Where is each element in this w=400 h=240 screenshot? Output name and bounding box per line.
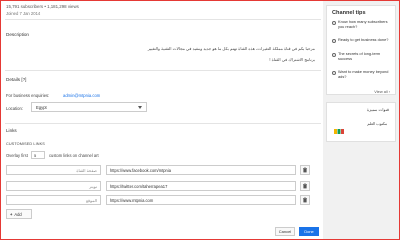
link-title-input[interactable]: صفحة القناة — [6, 165, 101, 175]
add-link-button[interactable]: + Add — [6, 209, 32, 219]
channel-tips-card: Channel tips Know how many subscribers y… — [326, 5, 396, 95]
sidebar: Channel tips Know how many subscribers y… — [323, 1, 399, 239]
channel-stats: 15,791 subscribers • 1,181,298 views — [6, 4, 79, 9]
channel-about-editor: 15,791 subscribers • 1,181,298 views Joi… — [1, 1, 321, 239]
tip-item[interactable]: Want to make money beyond ads? — [332, 69, 394, 79]
cancel-button[interactable]: Cancel — [275, 227, 295, 236]
delete-link-button[interactable] — [300, 165, 310, 175]
featured-channel-name[interactable]: مكتوب العلم — [367, 121, 387, 126]
add-link-label: Add — [14, 212, 22, 217]
trash-icon — [303, 167, 307, 173]
link-title-input[interactable]: تويتر — [6, 181, 101, 191]
tip-label: Know how many subscribers you reach? — [338, 19, 388, 29]
channel-tips-title: Channel tips — [332, 10, 366, 16]
location-label: Location: — [6, 106, 23, 111]
radio-icon — [332, 53, 336, 57]
view-all-link[interactable]: View all › — [374, 89, 390, 94]
featured-channels-card: قنوات مميزة مكتوب العلم — [326, 102, 396, 142]
description-text-line1[interactable]: مرحبا بكم في قناة مملكة التغيرات، هذه ال… — [15, 46, 315, 51]
chevron-down-icon — [138, 106, 142, 109]
description-text-line2[interactable]: برنامج الاشتراك في القناة ! — [15, 57, 315, 62]
divider — [5, 19, 321, 20]
tip-label: Want to make money beyond ads? — [338, 69, 389, 79]
divider — [5, 123, 321, 124]
link-url-input[interactable]: https://www.mtpnia.com — [106, 195, 296, 205]
tip-item[interactable]: Know how many subscribers you reach? — [332, 19, 394, 29]
link-url-input[interactable]: https://www.facebook.com/mtpnia — [106, 165, 296, 175]
location-value: Egypt — [36, 105, 47, 110]
link-url-input[interactable]: https://twitter.com/taherrapea17 — [106, 181, 296, 191]
overlay-suffix: custom links on channel art — [49, 153, 99, 158]
tip-label: Ready to get business done? — [338, 37, 389, 42]
delete-link-button[interactable] — [300, 195, 310, 205]
view-all-label: View all — [374, 89, 388, 94]
featured-channels-title: قنوات مميزة — [366, 107, 389, 112]
trash-icon — [303, 183, 307, 189]
delete-link-button[interactable] — [300, 181, 310, 191]
links-heading: Links — [6, 128, 17, 133]
trash-icon — [303, 197, 307, 203]
joined-date: Joined 7 Jan 2014 — [6, 11, 41, 16]
channel-logo[interactable] — [333, 123, 345, 136]
custom-link-row: تويتر https://twitter.com/taherrapea17 — [6, 181, 311, 191]
tip-item[interactable]: Ready to get business done? — [332, 37, 394, 43]
tip-label: The secrets of long-term success — [338, 51, 381, 61]
location-select[interactable]: Egypt — [31, 102, 147, 112]
details-heading: Details [?] — [6, 77, 27, 82]
radio-icon — [332, 21, 336, 25]
overlay-prefix: Overlay first — [6, 153, 28, 158]
done-button[interactable]: Done — [299, 227, 319, 236]
overlay-count-value: 5 — [34, 153, 37, 158]
customised-links-heading: CUSTOMISED LINKS — [6, 142, 45, 146]
radio-icon — [332, 71, 336, 75]
divider — [5, 70, 321, 71]
radio-icon — [332, 39, 336, 43]
description-heading: Description — [6, 32, 29, 37]
overlay-count-select[interactable]: 5 — [31, 151, 45, 159]
link-title-input[interactable]: الموقع — [6, 195, 101, 205]
chevron-right-icon: › — [388, 89, 390, 94]
custom-link-row: الموقع https://www.mtpnia.com — [6, 195, 311, 205]
tip-item[interactable]: The secrets of long-term success — [332, 51, 394, 61]
business-enquiries-label: For business enquiries: — [6, 93, 50, 98]
plus-icon: + — [10, 212, 13, 217]
custom-link-row: صفحة القناة https://www.facebook.com/mtp… — [6, 165, 311, 175]
business-email-link[interactable]: admin@mtpnia.com — [63, 93, 100, 98]
